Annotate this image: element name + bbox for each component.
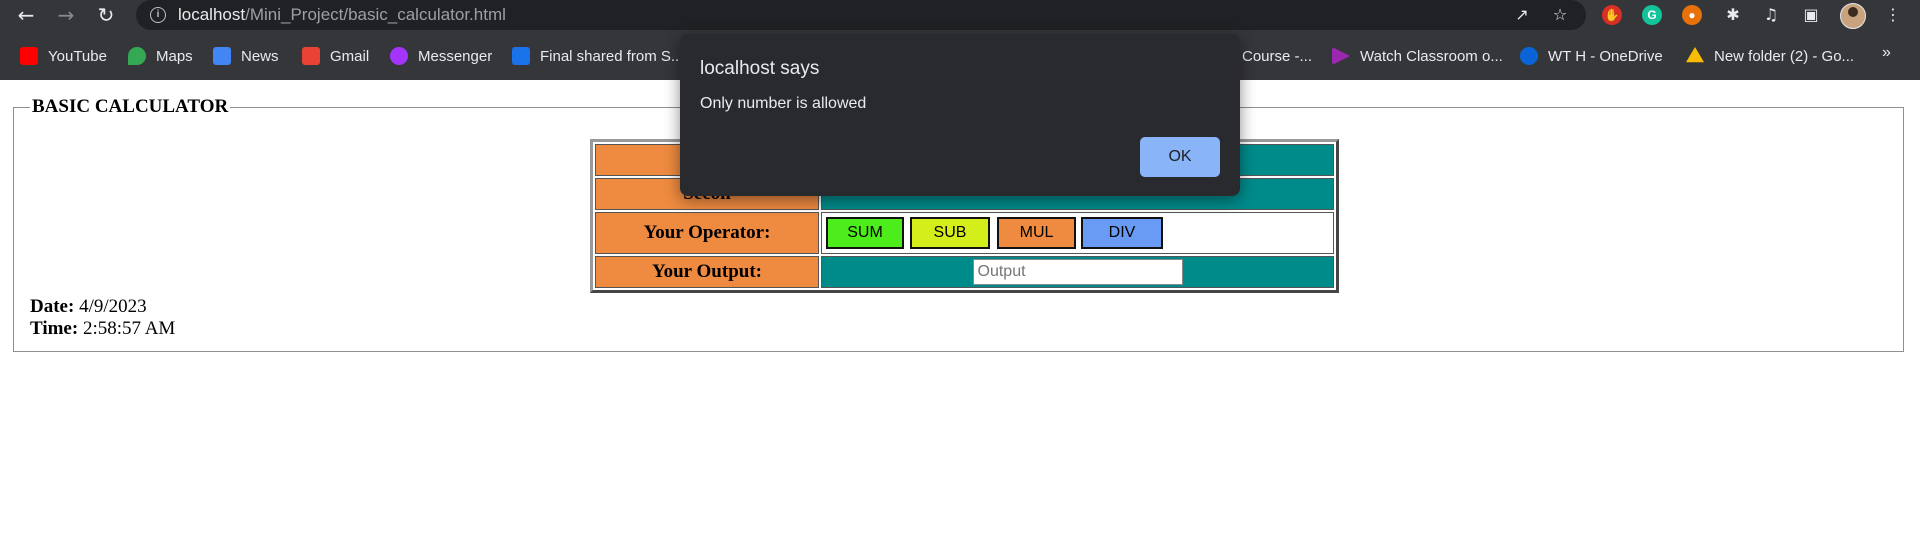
date-label: Date: xyxy=(30,296,75,317)
bookmark-item[interactable]: YouTube xyxy=(20,44,107,68)
bookmark-item[interactable]: New folder (2) - Go... xyxy=(1686,44,1854,68)
forward-arrow-icon[interactable]: → xyxy=(54,3,78,27)
operator-label: Your Operator: xyxy=(595,212,819,254)
bookmark-label: New folder (2) - Go... xyxy=(1714,47,1855,65)
onedrive-icon xyxy=(1520,47,1538,65)
time-value: 2:58:57 AM xyxy=(82,318,176,339)
output-label: Your Output: xyxy=(595,256,819,288)
bookmark-label: Messenger xyxy=(418,47,493,65)
output-cell xyxy=(821,256,1334,288)
extensions-puzzle-icon[interactable]: ✱ xyxy=(1722,4,1744,26)
div-button[interactable]: DIV xyxy=(1081,217,1163,249)
news-icon xyxy=(213,47,231,65)
output-row: Your Output: xyxy=(595,256,1334,288)
bookmark-item[interactable]: WT H - OneDrive xyxy=(1520,44,1663,68)
gmail-icon xyxy=(302,47,320,65)
site-info-icon[interactable]: i xyxy=(150,7,166,23)
extension-hand-icon[interactable]: ✋ xyxy=(1602,5,1622,25)
grammarly-icon[interactable]: G xyxy=(1642,5,1662,25)
address-bar[interactable]: i localhost/Mini_Project/basic_calculato… xyxy=(136,0,1586,30)
share-icon[interactable]: ↗ xyxy=(1512,5,1532,25)
time-label: Time: xyxy=(30,318,79,339)
url-text[interactable]: localhost/Mini_Project/basic_calculator.… xyxy=(178,5,506,25)
dialog-title: localhost says xyxy=(700,58,820,79)
url-path: /Mini_Project/basic_calculator.html xyxy=(245,5,506,24)
bookmark-item[interactable]: Maps xyxy=(128,44,193,68)
play-icon xyxy=(1332,47,1350,65)
youtube-icon xyxy=(20,47,38,65)
side-panel-icon[interactable]: ▣ xyxy=(1800,4,1822,26)
operator-buttons-cell: SUM SUB MUL DIV xyxy=(821,212,1334,254)
operator-row: Your Operator: SUM SUB MUL DIV xyxy=(595,212,1334,254)
bookmark-item[interactable]: Course -... xyxy=(1242,44,1312,68)
back-arrow-icon[interactable]: ← xyxy=(14,3,38,27)
bookmark-label: WT H - OneDrive xyxy=(1548,47,1663,65)
profile-avatar[interactable] xyxy=(1840,3,1866,29)
bookmark-item[interactable]: Messenger xyxy=(390,44,492,68)
cloud-upload-icon xyxy=(512,47,530,65)
reload-icon[interactable]: ↻ xyxy=(94,3,118,27)
extension-cookie-icon[interactable]: ● xyxy=(1682,5,1702,25)
bookmark-label: Gmail xyxy=(330,47,370,65)
media-queue-icon[interactable]: ♫ xyxy=(1760,4,1782,26)
bookmark-label: News xyxy=(241,47,279,65)
sum-button[interactable]: SUM xyxy=(826,217,904,249)
bookmark-item[interactable]: Watch Classroom o... xyxy=(1332,44,1503,68)
dialog-message: Only number is allowed xyxy=(700,95,867,112)
bookmark-label: Course -... xyxy=(1242,47,1313,65)
bookmark-label: Maps xyxy=(156,47,193,65)
sub-button[interactable]: SUB xyxy=(910,217,990,249)
bookmark-item[interactable]: Gmail xyxy=(302,44,369,68)
alert-dialog: localhost says Only number is allowed OK xyxy=(680,34,1240,196)
menu-kebab-icon[interactable]: ⋮ xyxy=(1882,4,1904,26)
bookmark-label: Final shared from S... xyxy=(540,47,684,65)
ok-button[interactable]: OK xyxy=(1140,137,1220,177)
calculator-legend: BASIC CALCULATOR xyxy=(32,96,229,117)
bookmark-item[interactable]: News xyxy=(213,44,279,68)
output-field[interactable] xyxy=(972,259,1183,285)
mul-button[interactable]: MUL xyxy=(997,217,1076,249)
messenger-icon xyxy=(390,47,408,65)
star-bookmark-icon[interactable]: ☆ xyxy=(1550,5,1570,25)
bookmarks-more-chevron-icon[interactable]: » xyxy=(1882,44,1891,62)
date-line: Date: 4/9/2023 xyxy=(30,296,147,318)
bookmark-item[interactable]: Final shared from S... xyxy=(512,44,683,68)
bookmark-label: YouTube xyxy=(48,47,107,65)
google-drive-icon xyxy=(1686,47,1704,63)
bookmark-label: Watch Classroom o... xyxy=(1360,47,1503,65)
date-value: 4/9/2023 xyxy=(79,296,147,317)
maps-icon xyxy=(128,47,146,65)
url-host: localhost xyxy=(178,5,246,24)
browser-toolbar: ← → ↻ i localhost/Mini_Project/basic_cal… xyxy=(0,0,1920,30)
time-line: Time: 2:58:57 AM xyxy=(30,318,175,340)
